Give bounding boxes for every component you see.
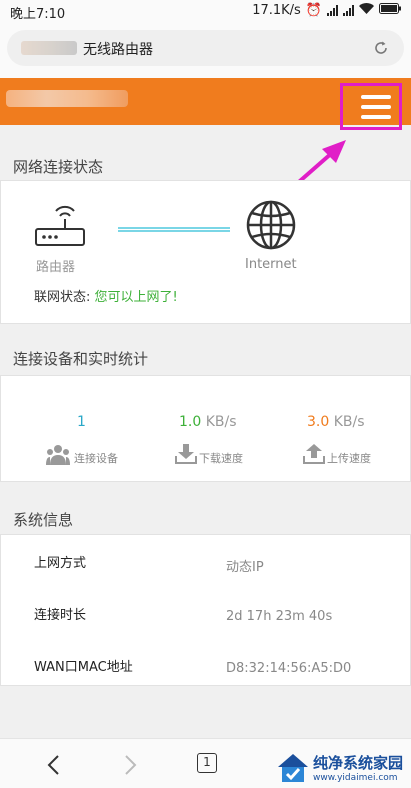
stats-card: 1 连接设备 1.0 KB/s 下载速度 3.0 KB/s 上传速度 [0, 375, 411, 482]
network-speed: 17.1K/s [252, 3, 301, 18]
browser-toolbar: 无线路由器 [0, 22, 411, 78]
battery-icon [379, 3, 401, 18]
alarm-icon: ⏰ [305, 3, 322, 18]
forward-icon[interactable] [118, 753, 142, 777]
status-bar: 晚上7:10 17.1K/s ⏰ [0, 0, 411, 22]
sysinfo-section-title: 系统信息 [13, 511, 74, 529]
house-logo-icon [277, 753, 308, 782]
device-count: 1 [77, 414, 86, 430]
network-card: 路由器 Internet 联网状态: 您可以上网了! [0, 180, 411, 324]
stats-section-title: 连接设备和实时统计 [13, 350, 149, 368]
sysinfo-label-mac: WAN口MAC地址 [34, 660, 133, 675]
reload-icon[interactable] [372, 39, 390, 57]
sysinfo-label-wan-type: 上网方式 [34, 556, 87, 571]
internet-label: Internet [245, 257, 297, 272]
users-icon [46, 445, 70, 465]
download-value: 1.0 [179, 414, 202, 430]
address-bar[interactable]: 无线路由器 [7, 30, 404, 66]
router-label: 路由器 [36, 260, 76, 275]
back-icon[interactable] [42, 753, 66, 777]
menu-button[interactable] [340, 83, 402, 130]
network-section-title: 网络连接状态 [13, 158, 104, 176]
watermark-name: 纯净系统家园 [312, 754, 403, 772]
status-label: 联网状态: [34, 290, 91, 305]
upload-unit: KB/s [333, 414, 365, 430]
watermark-url: www.yidaimei.com [312, 773, 398, 783]
blurred-url [21, 41, 77, 55]
download-speed: 1.0 KB/s [179, 414, 237, 430]
router-icon [35, 205, 85, 246]
status-value: 您可以上网了! [94, 290, 178, 305]
signal-icon-2 [343, 5, 354, 16]
upload-value: 3.0 [307, 414, 330, 430]
wifi-icon [359, 3, 374, 18]
device-label: 连接设备 [74, 452, 118, 465]
sysinfo-card: 上网方式 动态IP 连接时长 2d 17h 23m 40s WAN口MAC地址 … [0, 534, 411, 686]
upload-speed: 3.0 KB/s [307, 414, 365, 430]
globe-icon [246, 200, 296, 250]
download-icon [175, 444, 197, 464]
status-icons: 17.1K/s ⏰ [252, 3, 401, 18]
watermark: 纯净系统家园 www.yidaimei.com [277, 752, 403, 783]
sysinfo-value-mac: D8:32:14:56:A5:D0 [226, 661, 352, 676]
hamburger-icon [361, 95, 391, 125]
upload-icon [303, 444, 325, 464]
connection-line [118, 227, 230, 232]
upload-label: 上传速度 [327, 452, 371, 465]
status-time: 晚上7:10 [10, 7, 66, 22]
download-label: 下载速度 [199, 452, 243, 465]
connection-status: 联网状态: 您可以上网了! [34, 286, 178, 305]
tabs-button[interactable]: 1 [197, 753, 217, 773]
blurred-logo [6, 90, 128, 107]
page-title: 无线路由器 [83, 42, 153, 58]
sysinfo-value-uptime: 2d 17h 23m 40s [226, 609, 333, 624]
sysinfo-label-uptime: 连接时长 [34, 608, 87, 623]
signal-icon [327, 5, 338, 16]
sysinfo-value-wan-type: 动态IP [226, 560, 264, 575]
download-unit: KB/s [205, 414, 237, 430]
